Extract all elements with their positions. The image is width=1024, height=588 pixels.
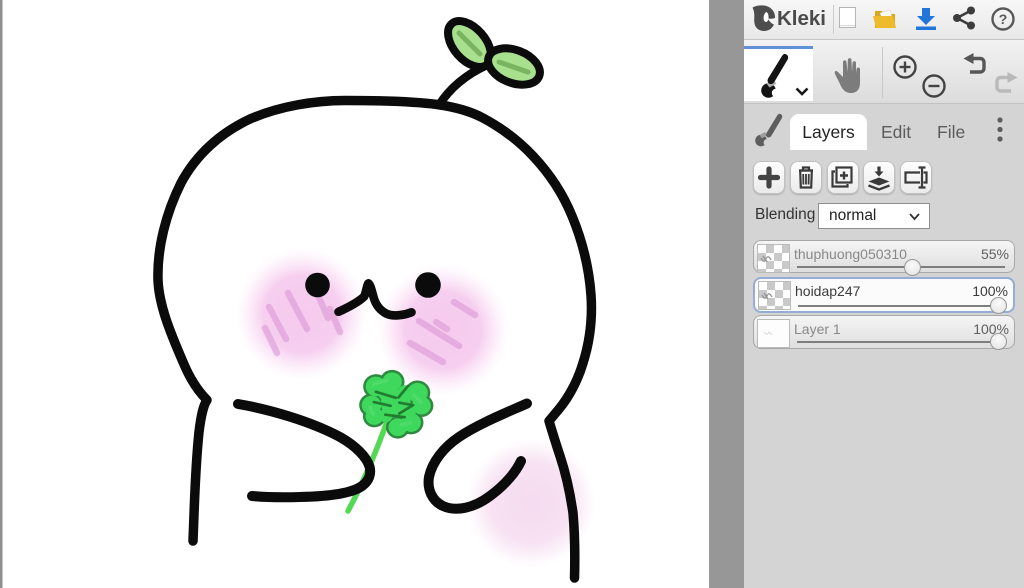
- svg-text:?: ?: [999, 11, 1008, 27]
